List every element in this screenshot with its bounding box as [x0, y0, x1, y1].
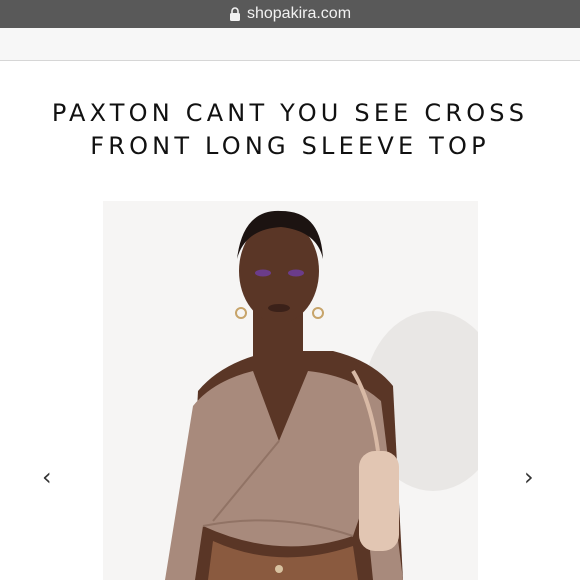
browser-address-bar[interactable]: shopakira.com [0, 0, 580, 28]
product-page: PAXTON CANT YOU SEE CROSS FRONT LONG SLE… [0, 61, 580, 580]
product-title-line-1: PAXTON CANT YOU SEE CROSS [51, 99, 529, 128]
url-display[interactable]: shopakira.com [229, 5, 351, 23]
lock-icon [229, 7, 240, 21]
product-photo[interactable] [103, 201, 478, 580]
next-image-arrow[interactable]: › [524, 463, 534, 491]
product-image-gallery[interactable] [103, 201, 478, 580]
browser-toolbar [0, 28, 580, 61]
product-title-line-2: FRONT LONG SLEEVE TOP [90, 132, 490, 161]
prev-image-arrow[interactable]: ‹ [42, 463, 52, 491]
url-text: shopakira.com [246, 5, 352, 22]
product-title: PAXTON CANT YOU SEE CROSS FRONT LONG SLE… [0, 97, 580, 163]
